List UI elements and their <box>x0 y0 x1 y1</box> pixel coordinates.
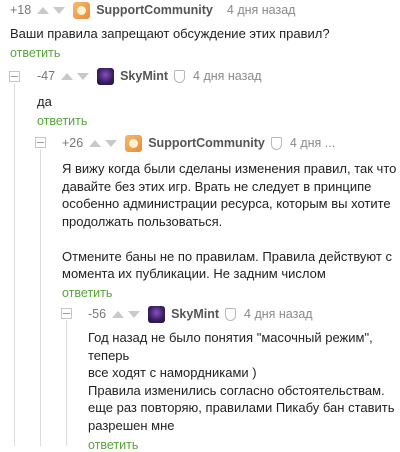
comment-rating: +26 <box>62 136 84 150</box>
comment-author[interactable]: SkyMint <box>171 307 219 321</box>
arrow-down-icon[interactable] <box>77 72 90 80</box>
comment-author[interactable]: SupportCommunity <box>96 3 213 17</box>
comment-text: да <box>37 94 52 109</box>
avatar[interactable] <box>97 67 115 85</box>
collapse-icon[interactable] <box>61 308 72 319</box>
arrow-down-icon[interactable] <box>105 139 118 147</box>
comment-time: 4 дня назад <box>226 3 296 17</box>
arrow-up-icon[interactable] <box>89 139 102 147</box>
comment-text: Я вижу когда были сделаны изменения прав… <box>62 161 397 281</box>
reply-link[interactable]: ответить <box>37 114 400 128</box>
comment-author[interactable]: SkyMint <box>120 69 168 83</box>
comment: +26 SupportCommunity 4 дня ... Я вижу ко… <box>62 133 400 300</box>
comment-time: 4 дня назад <box>244 307 313 321</box>
comment: +18 SupportCommunity 4 дня назад Ваши пр… <box>10 0 400 60</box>
collapse-icon[interactable] <box>9 71 20 82</box>
arrow-up-icon[interactable] <box>112 310 125 318</box>
comment-rating: +18 <box>10 3 32 17</box>
shield-icon <box>174 69 186 83</box>
avatar[interactable] <box>125 134 143 152</box>
comment-header: +26 SupportCommunity 4 дня ... <box>62 133 400 153</box>
arrow-up-icon[interactable] <box>61 72 74 80</box>
comment-rating: -47 <box>37 69 56 83</box>
reply-link[interactable]: ответить <box>10 46 400 60</box>
comment-header: -56 SkyMint 4 дня назад <box>88 304 400 324</box>
thread-line-3 <box>66 320 67 446</box>
collapse-icon[interactable] <box>35 137 46 148</box>
comment-text: Год назад не было понятия "масочный режи… <box>88 330 395 433</box>
thread-line-2 <box>40 150 41 446</box>
arrow-down-icon[interactable] <box>53 6 66 14</box>
comment-author[interactable]: SupportCommunity <box>148 136 265 150</box>
comment-header: -47 SkyMint 4 дня назад <box>37 66 400 86</box>
comment-time: 4 дня ... <box>289 136 336 150</box>
reply-link[interactable]: ответить <box>88 438 400 452</box>
comment-text: Ваши правила запрещают обсуждение этих п… <box>10 26 330 41</box>
comment: -56 SkyMint 4 дня назад Год назад не был… <box>88 304 400 452</box>
comment-time: 4 дня назад <box>193 69 262 83</box>
avatar[interactable] <box>148 305 166 323</box>
arrow-up-icon[interactable] <box>37 6 50 14</box>
reply-link[interactable]: ответить <box>62 286 400 300</box>
avatar[interactable] <box>73 1 91 19</box>
shield-icon <box>270 136 282 150</box>
shield-icon <box>225 307 237 321</box>
thread-line-1 <box>14 84 15 446</box>
arrow-down-icon[interactable] <box>128 310 141 318</box>
comment-header: +18 SupportCommunity 4 дня назад <box>10 0 400 20</box>
comment-rating: -56 <box>88 307 107 321</box>
comment: -47 SkyMint 4 дня назад да ответить <box>37 66 400 128</box>
